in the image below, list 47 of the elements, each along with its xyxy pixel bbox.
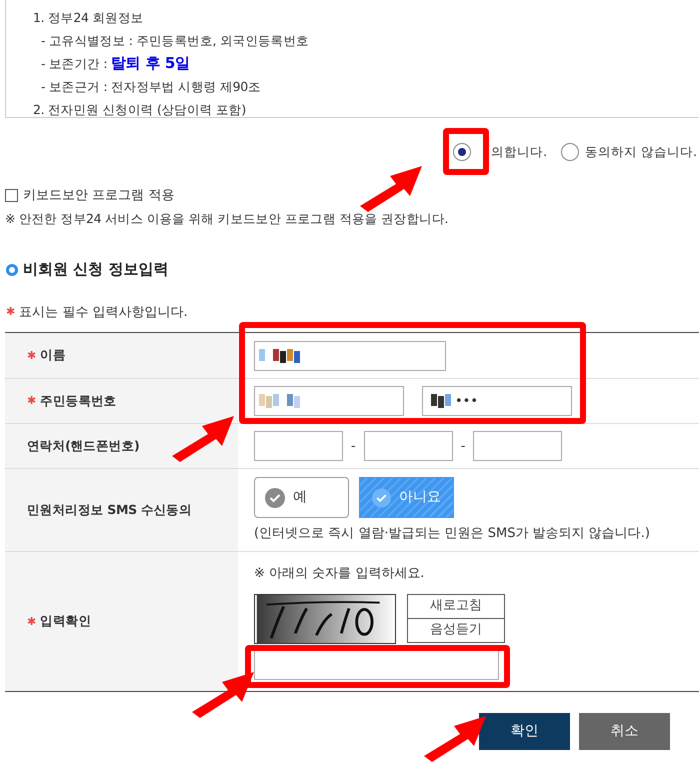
required-icon: ✱: [6, 304, 16, 321]
bullet-icon: [6, 264, 18, 276]
check-icon: [372, 488, 391, 508]
checkbox-label: 키보드보안 프로그램 적용: [23, 187, 174, 205]
sms-note: (인터넷으로 즉시 열람·발급되는 민원은 SMS가 발송되지 않습니다.): [254, 525, 650, 543]
terms-item: - 보존기간 : 탈퇴 후 5일: [40, 53, 191, 74]
field-label: 민원처리정보 SMS 수신동의: [27, 500, 192, 519]
required-icon: ✱: [27, 614, 36, 630]
radio-label: 의합니다.: [491, 142, 548, 161]
section-title: 비회원 신청 정보입력: [23, 259, 168, 280]
phone-field[interactable]: [473, 431, 562, 462]
required-icon: ✱: [27, 393, 36, 410]
terms-item: - 고유식별정보 : 주민등록번호, 외국인등록번호: [40, 32, 310, 50]
name-field[interactable]: [254, 340, 446, 371]
checkbox[interactable]: [5, 189, 18, 202]
radio-button[interactable]: [453, 143, 472, 161]
terms-heading: 1. 정부24 회원정보: [33, 9, 144, 27]
field-label: 연락처(핸드폰번호): [27, 436, 140, 455]
separator-text: -: [351, 438, 356, 456]
rrn-second-field[interactable]: •••: [422, 386, 572, 416]
required-note: 표시는 필수 입력사항입니다.: [19, 304, 188, 322]
field-label: 주민등록번호: [40, 392, 116, 410]
highlight-annotation: [443, 128, 489, 175]
redacted-drawing: [259, 348, 300, 363]
cancel-button[interactable]: 취소: [579, 713, 670, 750]
sms-option[interactable]: 예: [254, 477, 349, 518]
radio-button[interactable]: [561, 143, 580, 161]
check-icon: [265, 488, 285, 508]
phone-field[interactable]: [364, 431, 453, 462]
redacted-drawing: [431, 394, 451, 408]
security-note: ※ 안전한 정부24 서비스 이용을 위해 키보드보안 프로그램 적용을 권장합니다.: [5, 210, 450, 228]
terms-heading: 2. 전자민원 신청이력 (상담이력 포함): [33, 101, 247, 117]
field-label: 입력확인: [40, 612, 92, 630]
separator-text: -: [460, 438, 466, 456]
required-icon: ✱: [27, 348, 36, 364]
captcha-field[interactable]: [254, 650, 499, 680]
terms-item: - 보존근거 : 전자정부법 시행령 제90조: [40, 78, 262, 96]
field-label: 이름: [40, 346, 66, 364]
captcha-instruction: ※ 아래의 숫자를 입력하세요.: [254, 565, 426, 583]
phone-field[interactable]: [254, 431, 343, 462]
masked-text: •••: [455, 392, 478, 410]
confirm-button[interactable]: 확인: [479, 713, 570, 750]
audio-button[interactable]: 음성듣기: [407, 618, 505, 642]
refresh-button[interactable]: 새로고침: [407, 594, 505, 618]
radio-label: 동의하지 않습니다.: [585, 142, 697, 161]
rrn-first-field[interactable]: [254, 386, 404, 416]
redacted-drawing: [259, 394, 300, 408]
